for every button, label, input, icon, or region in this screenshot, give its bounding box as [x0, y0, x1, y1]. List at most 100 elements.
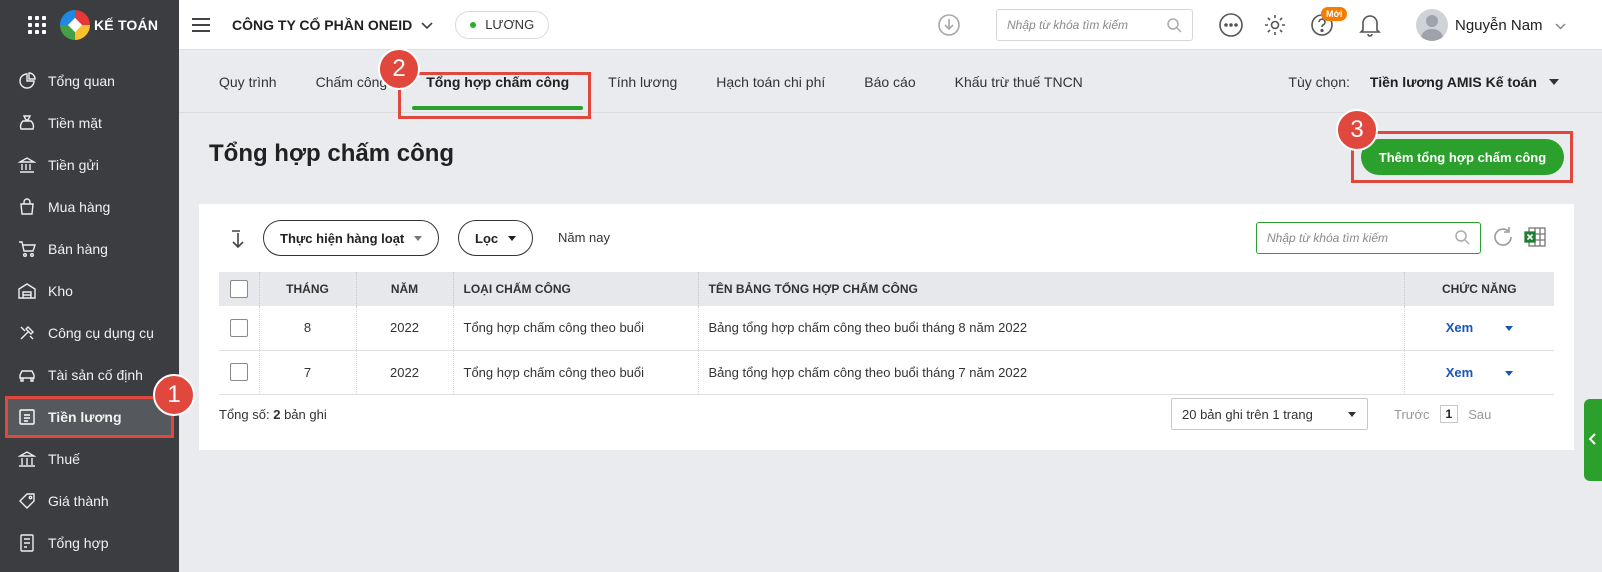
cell-month: 8	[259, 306, 357, 350]
chevron-down-icon	[421, 17, 433, 33]
row-checkbox[interactable]	[229, 318, 248, 337]
sidebar-item-tong-quan[interactable]: Tổng quan	[0, 60, 179, 102]
dashboard-icon	[18, 72, 36, 90]
chevron-down-icon	[1555, 17, 1566, 34]
current-page[interactable]: 1	[1439, 405, 1459, 423]
tab-tinh-luong[interactable]: Tính lương	[608, 51, 677, 113]
page-size-value: 20 bản ghi trên 1 trang	[1182, 406, 1313, 422]
cell-actions: Xem	[1404, 350, 1554, 394]
prev-page-button[interactable]: Trước	[1394, 407, 1430, 422]
tab-hach-toan-chi-phi[interactable]: Hạch toán chi phí	[716, 51, 825, 113]
row-checkbox[interactable]	[229, 363, 248, 381]
sidebar-item-cong-cu-dung-cu[interactable]: Công cụ dụng cụ	[0, 312, 179, 354]
sidebar-item-mua-hang[interactable]: Mua hàng	[0, 186, 179, 228]
table-row[interactable]: 7 2022 Tổng hợp chấm công theo buổi Bảng…	[219, 350, 1554, 394]
sidebar-menu: Tổng quan Tiền mặt Tiền gửi Mua hàng Bán…	[0, 60, 179, 564]
new-badge: Mới	[1321, 7, 1348, 21]
batch-action-label: Thực hiện hàng loạt	[280, 230, 405, 246]
search-icon[interactable]	[1166, 17, 1182, 36]
tab-quy-trinh[interactable]: Quy trình	[219, 51, 277, 113]
download-icon[interactable]	[937, 13, 961, 40]
period-label[interactable]: Năm nay	[558, 230, 610, 245]
tax-building-icon	[18, 450, 36, 468]
money-bag-icon	[18, 114, 36, 132]
column-header-year[interactable]: NĂM	[356, 272, 454, 306]
user-name: Nguyễn Nam	[1455, 16, 1543, 34]
cell-year: 2022	[356, 350, 454, 394]
sidebar-item-thue[interactable]: Thuế	[0, 438, 179, 480]
sidebar-item-tong-hop[interactable]: Tổng hợp	[0, 522, 179, 564]
notification-bell-icon[interactable]	[1357, 12, 1383, 38]
actions-caret-icon[interactable]	[1504, 370, 1513, 376]
sidebar-item-label: Kho	[48, 283, 73, 299]
sidebar-item-label: Tiền gửi	[48, 157, 99, 173]
sidebar-item-label: Thuế	[48, 451, 80, 467]
pagination: Trước 1 Sau	[1394, 405, 1491, 423]
total-count: 2	[273, 406, 281, 422]
sort-arrow-icon[interactable]	[229, 229, 247, 252]
column-header-name[interactable]: TÊN BẢNG TỔNG HỢP CHẤM CÔNG	[698, 272, 1405, 306]
view-link[interactable]: Xem	[1446, 320, 1473, 335]
attendance-summary-table: THÁNG NĂM LOẠI CHẤM CÔNG TÊN BẢNG TỔNG H…	[219, 272, 1554, 395]
options-value: Tiền lương AMIS Kế toán	[1369, 74, 1537, 90]
sidebar-item-gia-thanh[interactable]: Giá thành	[0, 480, 179, 522]
table-row[interactable]: 8 2022 Tổng hợp chấm công theo buổi Bảng…	[219, 306, 1554, 350]
content-card: Thực hiện hàng loạt Lọc Năm nay Nhập từ …	[199, 204, 1574, 450]
user-menu[interactable]: Nguyễn Nam	[1416, 9, 1566, 41]
sidebar-item-tien-luong[interactable]: Tiền lương	[5, 396, 174, 438]
top-header: CÔNG TY CỔ PHẦN ONEID LƯƠNG	[179, 0, 1602, 50]
tab-bao-cao[interactable]: Báo cáo	[864, 51, 915, 113]
price-tag-icon	[18, 492, 36, 510]
header-search-input[interactable]: Nhập từ khóa tìm kiếm	[996, 9, 1193, 41]
more-options-icon[interactable]	[1218, 12, 1244, 38]
avatar	[1416, 9, 1448, 41]
step-marker-1: 1	[153, 374, 195, 416]
refresh-icon[interactable]	[1491, 225, 1515, 252]
logo-text: KẾ TOÁN	[94, 17, 159, 33]
tab-tong-hop-cham-cong[interactable]: Tổng hợp chấm công	[412, 51, 584, 113]
table-search-input[interactable]: Nhập từ khóa tìm kiếm	[1256, 222, 1481, 254]
filter-label: Lọc	[475, 230, 499, 246]
options-selector[interactable]: Tùy chọn: Tiền lương AMIS Kế toán	[1288, 51, 1559, 113]
module-name: LƯƠNG	[485, 17, 535, 32]
column-header-month[interactable]: THÁNG	[259, 272, 357, 306]
menu-toggle-icon[interactable]	[192, 17, 210, 32]
settings-gear-icon[interactable]	[1262, 12, 1288, 38]
sidebar-item-kho[interactable]: Kho	[0, 270, 179, 312]
actions-caret-icon[interactable]	[1504, 326, 1513, 332]
module-badge[interactable]: LƯƠNG	[455, 10, 550, 39]
filter-button[interactable]: Lọc	[458, 220, 534, 256]
sidebar-item-tien-gui[interactable]: Tiền gửi	[0, 144, 179, 186]
next-page-button[interactable]: Sau	[1468, 407, 1491, 422]
excel-export-icon[interactable]	[1524, 225, 1548, 252]
column-header-actions: CHỨC NĂNG	[1441, 282, 1517, 296]
sidebar-item-label: Tiền mặt	[48, 115, 102, 131]
logo-icon	[60, 10, 90, 40]
row-select-cell	[219, 350, 260, 394]
column-header-type[interactable]: LOẠI CHẤM CÔNG	[453, 272, 699, 306]
search-icon[interactable]	[1454, 229, 1470, 248]
tab-cham-cong[interactable]: Chấm công	[316, 51, 388, 113]
view-link[interactable]: Xem	[1446, 365, 1473, 380]
caret-down-icon	[1348, 412, 1356, 417]
select-all-checkbox[interactable]	[229, 280, 248, 298]
page-size-select[interactable]: 20 bản ghi trên 1 trang	[1171, 398, 1368, 430]
company-selector[interactable]: CÔNG TY CỔ PHẦN ONEID	[232, 17, 433, 33]
sidebar-item-label: Tổng hợp	[48, 535, 109, 551]
sidebar-item-tai-san-co-dinh[interactable]: Tài sản cố định	[0, 354, 179, 396]
sidebar-item-label: Tổng quan	[48, 73, 115, 89]
caret-down-icon	[414, 235, 423, 241]
collapse-panel-tab[interactable]	[1584, 399, 1602, 481]
page-title: Tổng hợp chấm công	[209, 140, 455, 167]
app-logo[interactable]: KẾ TOÁN	[60, 10, 158, 40]
total-unit: bản ghi	[284, 406, 327, 422]
batch-action-button[interactable]: Thực hiện hàng loạt	[263, 220, 440, 256]
table-toolbar: Thực hiện hàng loạt Lọc Năm nay Nhập từ …	[199, 220, 1574, 256]
sidebar-item-label: Tiền lương	[48, 409, 122, 425]
sidebar-item-tien-mat[interactable]: Tiền mặt	[0, 102, 179, 144]
add-attendance-summary-button[interactable]: Thêm tổng hợp chấm công	[1361, 139, 1564, 175]
tab-khau-tru-thue-tncn[interactable]: Khấu trừ thuế TNCN	[955, 51, 1083, 113]
app-grid-icon[interactable]	[28, 16, 46, 34]
sidebar-item-ban-hang[interactable]: Bán hàng	[0, 228, 179, 270]
cell-year: 2022	[356, 306, 454, 350]
